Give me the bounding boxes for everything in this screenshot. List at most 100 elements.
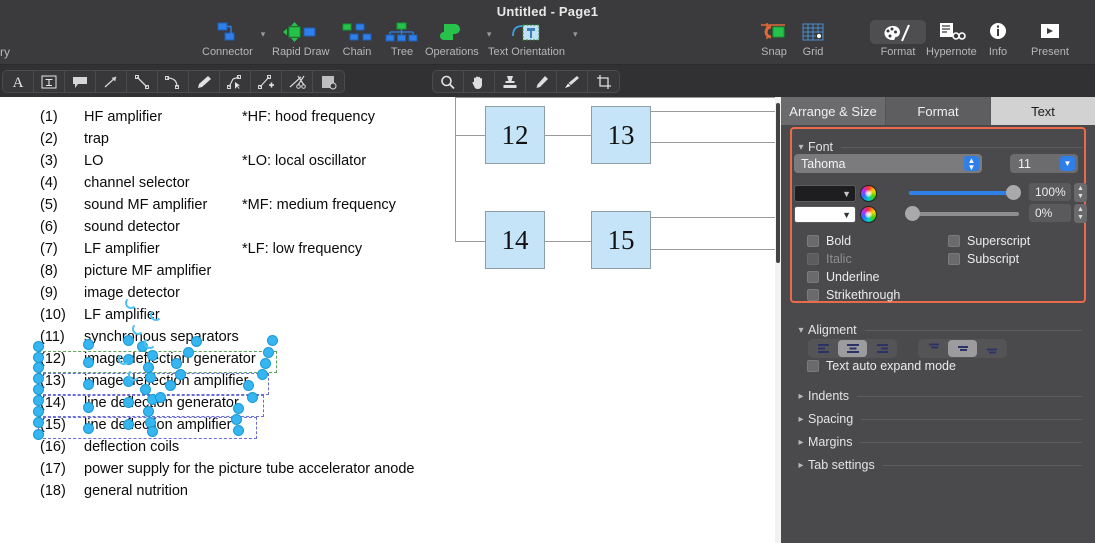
toolbar-item-connector[interactable]: Connector ▾ xyxy=(196,20,265,58)
chevron-down-icon[interactable]: ▾ xyxy=(573,29,578,40)
format-palette-icon[interactable] xyxy=(870,20,926,44)
toolbar-item-text-orientation[interactable]: Text Orientation ▾ xyxy=(482,20,578,58)
selection-handle[interactable] xyxy=(83,423,94,434)
font-family-select[interactable]: Tahoma ▲ ▼ xyxy=(794,154,982,173)
selection-handle[interactable] xyxy=(147,426,158,437)
crop-icon[interactable] xyxy=(588,71,619,92)
text-opacity-value[interactable]: 100% xyxy=(1029,183,1071,201)
selection-handle[interactable] xyxy=(175,369,186,380)
selection-handle[interactable] xyxy=(33,429,44,440)
selection-handle[interactable] xyxy=(140,384,151,395)
text-block-icon[interactable] xyxy=(34,71,65,92)
selection-handle[interactable] xyxy=(33,384,44,395)
zoom-icon[interactable] xyxy=(433,71,464,92)
arrow-icon[interactable] xyxy=(96,71,127,92)
callout-icon[interactable] xyxy=(65,71,96,92)
line-icon[interactable] xyxy=(127,71,158,92)
toolbar-item-chain[interactable]: Chain xyxy=(333,20,381,58)
selection-handle[interactable] xyxy=(145,372,156,383)
tab-arrange-size[interactable]: Arrange & Size xyxy=(781,97,886,125)
selection-handle[interactable] xyxy=(83,339,94,350)
selection-handle[interactable] xyxy=(33,406,44,417)
fill-opacity-stepper[interactable]: ▲ ▼ xyxy=(1074,204,1087,223)
selection-handle[interactable] xyxy=(33,417,44,428)
mask-icon[interactable] xyxy=(313,71,344,92)
toolbar-item-grid[interactable]: Grid xyxy=(793,20,833,58)
node-select-icon[interactable] xyxy=(220,71,251,92)
scrollbar-thumb[interactable] xyxy=(776,103,780,263)
font-size-select[interactable]: 11 ▼ xyxy=(1010,154,1078,173)
toolbar-item-snap[interactable]: Snap xyxy=(752,20,796,58)
text-letter-A-icon[interactable]: A xyxy=(3,71,34,92)
tab-format[interactable]: Format xyxy=(886,97,991,125)
section-tab-settings[interactable]: ▸ Tab settings xyxy=(794,456,1082,474)
cut-path-icon[interactable] xyxy=(282,71,313,92)
align-top-icon[interactable] xyxy=(919,340,948,357)
selection-handle[interactable] xyxy=(155,392,166,403)
checkbox-bold[interactable]: Bold xyxy=(807,234,851,248)
text-opacity-knob[interactable] xyxy=(1006,185,1021,200)
chevron-right-icon[interactable]: ▸ xyxy=(794,391,808,402)
stepper-icon[interactable]: ▲ ▼ xyxy=(964,156,979,171)
align-middle-icon[interactable] xyxy=(948,340,977,357)
align-bottom-icon[interactable] xyxy=(977,340,1006,357)
toolbar-item-rapid-draw[interactable]: Rapid Draw xyxy=(266,20,335,58)
selection-handle[interactable] xyxy=(147,350,158,361)
checkbox-underline[interactable]: Underline xyxy=(807,270,880,284)
selection-handle[interactable] xyxy=(233,425,244,436)
selection-handle[interactable] xyxy=(83,379,94,390)
diagram-box[interactable]: 13 xyxy=(591,106,651,164)
fill-color-swatch[interactable]: ▼ xyxy=(794,206,856,223)
pan-hand-icon[interactable] xyxy=(464,71,495,92)
selection-handle[interactable] xyxy=(231,414,242,425)
toolbar-item-operations[interactable]: Operations ▾ xyxy=(419,20,491,58)
selection-handle[interactable] xyxy=(123,419,134,430)
alignment-section-header[interactable]: ▾ Aligment xyxy=(794,320,1082,340)
selection-handle[interactable] xyxy=(191,336,202,347)
selection-handle[interactable] xyxy=(83,357,94,368)
selection-handle[interactable] xyxy=(171,358,182,369)
diagram-box[interactable]: 15 xyxy=(591,211,651,269)
align-right-icon[interactable] xyxy=(867,340,896,357)
library-panel-stub[interactable]: ry xyxy=(0,45,10,87)
add-node-icon[interactable] xyxy=(251,71,282,92)
tab-text[interactable]: Text xyxy=(991,97,1095,125)
checkbox-italic[interactable]: Italic xyxy=(807,252,852,266)
fill-opacity-track[interactable] xyxy=(909,212,1019,216)
chevron-down-icon[interactable]: ▾ xyxy=(794,142,808,153)
checkbox-subscript[interactable]: Subscript xyxy=(948,252,1019,266)
chevron-down-icon[interactable]: ▾ xyxy=(794,325,808,336)
selection-handle[interactable] xyxy=(183,347,194,358)
selection-handle[interactable] xyxy=(33,362,44,373)
checkbox-strikethrough[interactable]: Strikethrough xyxy=(807,288,900,302)
selection-handle[interactable] xyxy=(243,380,254,391)
rotation-handle[interactable] xyxy=(125,297,137,309)
rotation-handle[interactable] xyxy=(132,323,144,335)
selection-handle[interactable] xyxy=(260,358,271,369)
selection-handle[interactable] xyxy=(165,380,176,391)
selection-handle[interactable] xyxy=(83,402,94,413)
selection-handle[interactable] xyxy=(263,347,274,358)
stamp-icon[interactable] xyxy=(495,71,526,92)
fill-color-wheel-icon[interactable] xyxy=(860,206,877,223)
align-left-icon[interactable] xyxy=(809,340,838,357)
selection-handle[interactable] xyxy=(257,369,268,380)
eyedropper-icon[interactable] xyxy=(526,71,557,92)
selection-handle[interactable] xyxy=(123,335,134,346)
section-indents[interactable]: ▸ Indents xyxy=(794,387,1082,405)
chevron-down-icon[interactable]: ▾ xyxy=(261,29,266,40)
selection-handle[interactable] xyxy=(33,373,44,384)
rotation-handle[interactable] xyxy=(150,309,162,321)
fill-opacity-knob[interactable] xyxy=(905,206,920,221)
text-opacity-track[interactable] xyxy=(909,191,1019,195)
chevron-right-icon[interactable]: ▸ xyxy=(794,460,808,471)
curve-icon[interactable] xyxy=(158,71,189,92)
selection-handle[interactable] xyxy=(247,392,258,403)
chevron-down-icon[interactable]: ▼ xyxy=(1060,156,1075,171)
pen-icon[interactable] xyxy=(189,71,220,92)
selection-handle[interactable] xyxy=(143,406,154,417)
checkbox-text-auto-expand[interactable]: Text auto expand mode xyxy=(807,359,956,373)
selection-handle[interactable] xyxy=(267,335,278,346)
toolbar-item-info[interactable]: Info xyxy=(981,20,1015,58)
diagram-box[interactable]: 14 xyxy=(485,211,545,269)
